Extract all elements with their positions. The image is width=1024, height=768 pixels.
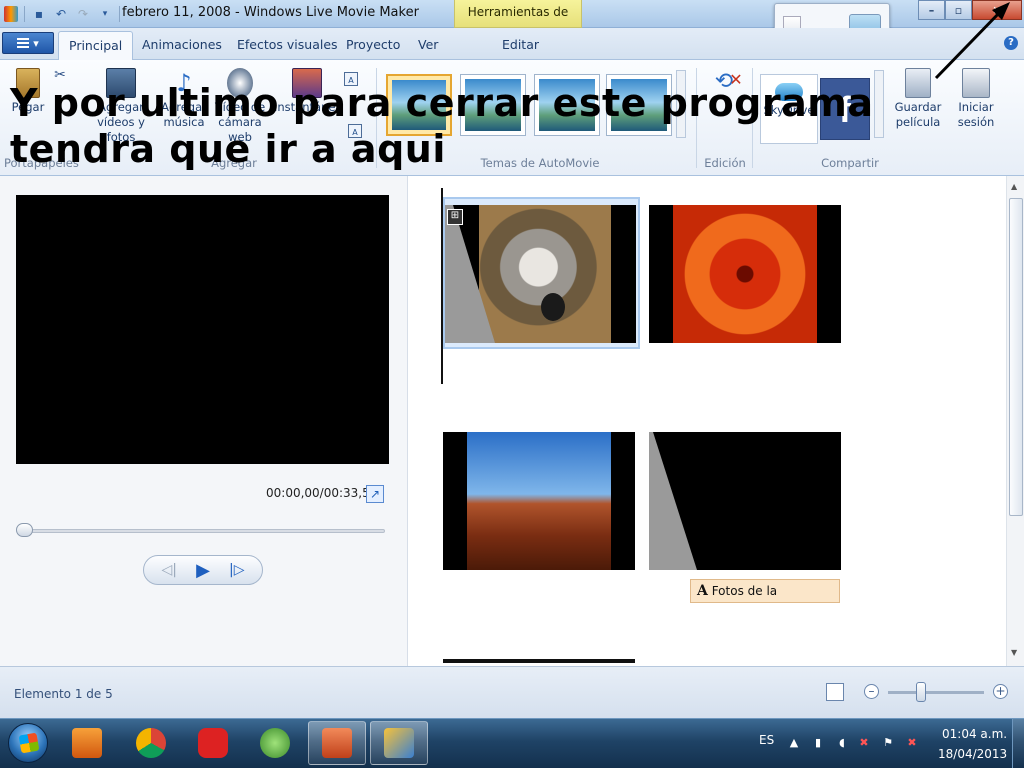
ribbon-tabs: ▾ Principal Animaciones Efectos visuales…	[0, 28, 1024, 60]
network-error-icon[interactable]: ✖	[858, 737, 870, 749]
zoom-slider-thumb[interactable]	[916, 682, 926, 702]
volume-icon[interactable]: ◖	[836, 737, 848, 749]
qat-separator	[119, 6, 120, 22]
storyboard-scrollbar[interactable]: ▲ ▼	[1006, 176, 1024, 666]
scroll-up-icon[interactable]: ▲	[1011, 182, 1017, 191]
start-button[interactable]	[8, 723, 48, 763]
language-indicator[interactable]: ES	[759, 733, 774, 747]
powerpoint-icon	[322, 728, 352, 758]
show-desktop-button[interactable]	[1012, 719, 1024, 768]
flower-photo	[673, 205, 817, 343]
seek-slider-thumb[interactable]	[16, 523, 33, 537]
tab-editar[interactable]: Editar	[492, 31, 549, 60]
annotation-arrow-icon	[934, 2, 1010, 80]
caption-chip-label: Fotos de la	[711, 584, 778, 598]
koala-nose	[541, 293, 565, 321]
tab-animaciones[interactable]: Animaciones	[132, 31, 232, 60]
taskbar-youtube[interactable]	[184, 721, 242, 765]
application-menu-button[interactable]: ▾	[2, 32, 54, 54]
customize-qat-chevron-icon[interactable]: ▾	[97, 6, 113, 22]
caption-text-icon: A	[697, 583, 708, 599]
seek-slider-track[interactable]	[18, 529, 385, 533]
show-hidden-icons-icon[interactable]: ▲	[788, 737, 800, 749]
tab-principal[interactable]: Principal	[58, 31, 134, 60]
clip-flower[interactable]	[649, 205, 841, 343]
clip-black[interactable]	[649, 432, 841, 570]
timecode: 00:00,00/00:33,50	[266, 486, 378, 500]
zoom-slider-track[interactable]	[888, 691, 984, 694]
windows-taskbar: ES ▲ ▮ ◖ ✖ ⚑ ✖ 01:04 a.m. 18/04/2013	[0, 718, 1024, 768]
taskbar-chrome[interactable]	[122, 721, 180, 765]
transition-wedge	[445, 205, 495, 343]
video-preview-monitor[interactable]	[16, 195, 389, 464]
main-workspace: 00:00,00/00:33,50 ↗ ◁| ▶ |▷ ⊞ A Fotos de…	[0, 176, 1024, 666]
clock-time[interactable]: 01:04 a.m.	[942, 727, 1007, 741]
tab-proyecto[interactable]: Proyecto	[336, 31, 410, 60]
tab-efectos-visuales[interactable]: Efectos visuales	[227, 31, 348, 60]
action-center-icon[interactable]: ⚑	[882, 737, 894, 749]
tutorial-caption: Y por ultimo para cerrar este programa t…	[10, 81, 874, 171]
movie-maker-icon	[384, 728, 414, 758]
fullscreen-icon[interactable]: ↗	[366, 485, 384, 503]
transition-wedge	[649, 432, 697, 570]
thumbnail-size-icon[interactable]	[826, 683, 844, 701]
qat-separator	[24, 6, 25, 22]
clock-date[interactable]: 18/04/2013	[938, 747, 1007, 761]
undo-icon[interactable]: ↶	[53, 6, 69, 22]
status-bar: Elemento 1 de 5 – +	[0, 666, 1024, 718]
scroll-down-icon[interactable]: ▼	[1011, 648, 1017, 657]
desert-photo	[467, 432, 611, 570]
preview-pane: 00:00,00/00:33,50 ↗ ◁| ▶ |▷	[0, 176, 408, 666]
device-error-icon[interactable]: ✖	[906, 737, 918, 749]
battery-icon[interactable]: ▮	[812, 737, 824, 749]
transition-icon[interactable]: ⊞	[447, 209, 463, 225]
chevron-down-icon: ▾	[33, 36, 39, 50]
taskbar-movie-maker[interactable]	[370, 721, 428, 765]
playback-controls: ◁| ▶ |▷	[143, 555, 263, 585]
windows-logo-icon	[18, 732, 40, 754]
taskbar-powerpoint[interactable]	[308, 721, 366, 765]
scrollbar-thumb[interactable]	[1009, 198, 1023, 516]
chrome-icon	[136, 728, 166, 758]
movie-maker-app-icon[interactable]	[4, 6, 18, 22]
save-icon[interactable]: ▪	[31, 6, 47, 22]
clip-koala[interactable]: ⊞	[445, 205, 636, 343]
caption-chip[interactable]: A Fotos de la	[690, 579, 840, 603]
redo-icon[interactable]: ↷	[75, 6, 91, 22]
media-player-icon	[72, 728, 102, 758]
clip-desert[interactable]	[443, 432, 635, 570]
zoom-in-icon[interactable]: +	[993, 684, 1008, 699]
taskbar-media-center[interactable]	[58, 721, 116, 765]
next-frame-icon[interactable]: |▷	[229, 562, 244, 578]
previous-frame-icon[interactable]: ◁|	[162, 562, 177, 578]
youtube-icon	[198, 728, 228, 758]
tab-ver[interactable]: Ver	[408, 31, 448, 60]
quick-access-toolbar: ▪ ↶ ↷ ▾	[4, 4, 120, 24]
clip-bottom-edge	[443, 659, 635, 663]
menu-icon	[17, 38, 30, 48]
messenger-icon	[260, 728, 290, 758]
playhead-line	[441, 188, 443, 384]
status-element-count: Elemento 1 de 5	[14, 687, 113, 701]
contextual-tab-group-label: Herramientas de vídeo	[454, 0, 582, 43]
play-icon[interactable]: ▶	[196, 560, 210, 581]
taskbar-messenger[interactable]	[246, 721, 304, 765]
window-title: febrero 11, 2008 - Windows Live Movie Ma…	[122, 5, 419, 20]
zoom-out-icon[interactable]: –	[864, 684, 879, 699]
